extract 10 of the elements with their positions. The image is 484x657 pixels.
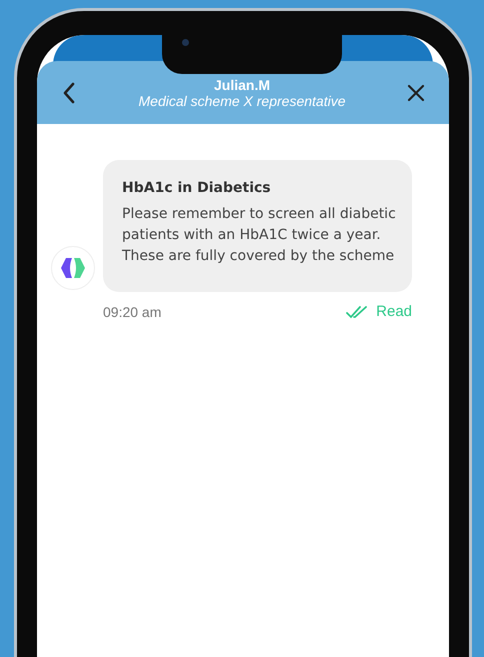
camera-icon <box>182 39 189 46</box>
message-text: Please remember to screen all diabetic patients with an HbA1C twice a year. These are fully covered by the scheme <box>122 205 396 266</box>
contact-role: Medical scheme X representative <box>138 92 346 108</box>
message-time: 09:20 am <box>103 304 162 320</box>
back-icon <box>61 82 77 104</box>
read-status: Read <box>376 303 412 320</box>
contact-name: Julian.M <box>214 76 270 92</box>
message-title: HbA1c in Diabetics <box>122 180 272 196</box>
close-icon <box>407 84 425 102</box>
app-logo-avatar <box>51 246 95 290</box>
